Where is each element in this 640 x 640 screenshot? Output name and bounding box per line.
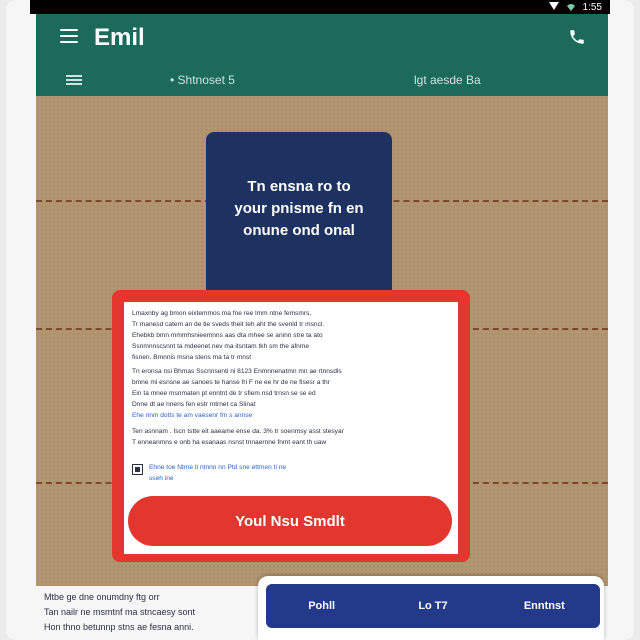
tab-2[interactable]: lgt aesde Ba <box>414 73 481 87</box>
bottom-sheet: Pohll Lo T7 Enntnst <box>258 576 604 640</box>
cork-board-background: Tn ensna ro to your pnisme fn en onune o… <box>36 96 608 586</box>
paragraph-line: Ein ta mnee msnmaten pt enntnt de tr sfi… <box>132 390 316 397</box>
submit-button[interactable]: Youl Nsu Smdlt <box>128 496 452 546</box>
checkbox-label-line[interactable]: sseh ine <box>149 473 286 484</box>
note-card: Tn ensna ro to your pnisme fn en onune o… <box>206 132 392 302</box>
checkbox-label[interactable]: Ehne toe Ntme ti ntnnn nn Ptd sne ettmen… <box>149 462 286 484</box>
checkbox-label-line[interactable]: Ehne toe Ntme ti ntnnn nn Ptd sne ettmen… <box>149 462 286 473</box>
wifi-icon <box>566 4 575 11</box>
paragraph-line: Ssnmnnscsnnt ta mdeenet nev ma itsntam t… <box>132 343 310 350</box>
nav-item-2[interactable]: Lo T7 <box>377 584 488 628</box>
paragraph-link[interactable]: Ehe nnm dotts te am vaesenr fm s annse <box>132 410 448 421</box>
signal-icon <box>548 2 559 10</box>
status-icons: 1:55 <box>548 0 602 14</box>
consent-modal-frame: Lmaxnby ag bmon eixtemmos ma fne ree lmm… <box>112 290 470 562</box>
paragraph-line: Tr manesd catem an de tie sveds theit te… <box>132 321 325 328</box>
modal-paragraph-3: Ten asnnam . Iscn tstte eit aaeame ense … <box>132 426 448 448</box>
note-card-text: Tn ensna ro to your pnisme fn en onune o… <box>234 178 364 239</box>
device-frame: 1:55 Emil • Shtnoset 5 lgt aesde Ba Tn e… <box>6 0 634 640</box>
consent-modal: Lmaxnby ag bmon eixtemmos ma fne ree lmm… <box>124 302 458 554</box>
paragraph-line: fisnen. Bmnnis msna stens ma ta tr mnst <box>132 354 252 361</box>
paragraph-line: bmne mi esnsne ae sanoes te hanse fri F … <box>132 379 330 386</box>
consent-checkbox-row[interactable]: Ehne toe Ntme ti ntnnn nn Ptd sne ettmen… <box>132 462 286 484</box>
paragraph-line: Ehebkb bmn mmmhsnieemnns aas dta mhee se… <box>132 332 323 339</box>
bottom-nav: Pohll Lo T7 Enntnst <box>266 584 600 628</box>
consent-checkbox[interactable] <box>132 464 143 475</box>
status-bar: 1:55 <box>30 0 610 14</box>
modal-paragraph-1: Lmaxnby ag bmon eixtemmos ma fne ree lmm… <box>132 308 448 363</box>
app-title: Emil <box>94 24 145 51</box>
footer-text: Mtbe ge dne onumdny ftg orr Tan nailr ne… <box>44 590 254 635</box>
footer-line: Hon thno betunnp stns ae fesna anni. <box>44 622 194 632</box>
status-time: 1:55 <box>582 1 602 13</box>
app-bar: Emil <box>36 14 608 64</box>
nav-item-1[interactable]: Pohll <box>266 584 377 628</box>
tab-bar: • Shtnoset 5 lgt aesde Ba <box>36 64 608 96</box>
list-icon[interactable] <box>66 75 82 85</box>
paragraph-line: T enneanmns e onb ha esanaas nsnst tnnae… <box>132 439 327 446</box>
paragraph-line: Ten asnnam . Iscn tstte eit aaeame ense … <box>132 428 344 435</box>
tab-1[interactable]: • Shtnoset 5 <box>170 73 235 87</box>
footer-line: Tan nailr ne msmtnf ma stncaesy sont <box>44 607 196 617</box>
hamburger-menu-icon[interactable] <box>60 29 78 43</box>
paragraph-line: Dnne dt ae nnens fen estr mtrnet ca Slin… <box>132 401 256 408</box>
phone-icon[interactable] <box>568 26 586 48</box>
paragraph-line: Tn eronsa nsi Bhmas Sscnnsenti ni 8123 E… <box>132 368 342 375</box>
paragraph-line: Lmaxnby ag bmon eixtemmos ma fne ree lmm… <box>132 310 312 317</box>
nav-item-3[interactable]: Enntnst <box>489 584 600 628</box>
footer-line: Mtbe ge dne onumdny ftg orr <box>44 592 160 602</box>
modal-paragraph-2: Tn eronsa nsi Bhmas Sscnnsenti ni 8123 E… <box>132 366 448 421</box>
